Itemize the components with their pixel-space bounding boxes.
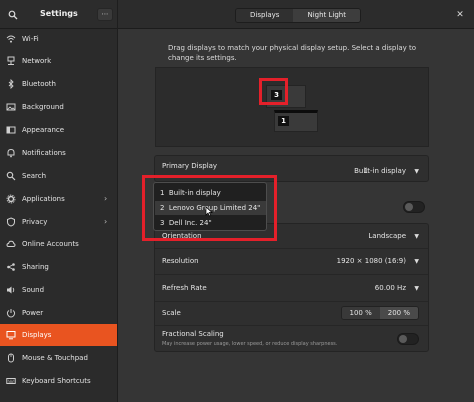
sidebar-item-label: Displays: [22, 331, 52, 339]
search-icon: [6, 171, 16, 181]
scale-200-button[interactable]: 200 %: [379, 307, 418, 319]
display-arrangement-area[interactable]: 3 1: [155, 67, 429, 147]
sidebar-item-mouse-touchpad[interactable]: Mouse & Touchpad: [0, 347, 117, 369]
display-settings-list: Orientation Landscape ▼ Resolution 1920 …: [154, 223, 429, 352]
search-button[interactable]: [5, 7, 20, 22]
sidebar-item-label: Appearance: [22, 126, 65, 134]
wifi-icon: [6, 35, 16, 43]
sidebar-item-label: Privacy: [22, 218, 48, 226]
refresh-rate-value: 60.00 Hz: [374, 284, 406, 292]
monitor-number-badge: 1: [278, 116, 289, 126]
toggle-knob: [405, 203, 413, 211]
chevron-right-icon: ›: [104, 217, 108, 226]
power-icon: [6, 309, 16, 318]
refresh-rate-row[interactable]: Refresh Rate 60.00 Hz ▼: [155, 275, 428, 301]
sidebar-item-keyboard-shortcuts[interactable]: Keyboard Shortcuts: [0, 370, 117, 392]
close-button[interactable]: ✕: [454, 9, 466, 21]
annotation-highlight-monitor: [259, 78, 288, 105]
display-toggle-switch[interactable]: [403, 201, 425, 213]
scale-row: Scale 100 % 200 %: [155, 302, 428, 325]
bluetooth-icon: [8, 79, 14, 89]
chevron-down-icon: ▼: [414, 258, 419, 265]
sidebar-item-network[interactable]: Network: [0, 50, 117, 72]
sidebar-item-label: Keyboard Shortcuts: [22, 377, 91, 385]
chevron-down-icon: ▼: [414, 285, 419, 292]
sidebar-item-bluetooth[interactable]: Bluetooth: [0, 73, 117, 95]
sidebar-item-sharing[interactable]: Sharing: [0, 256, 117, 278]
sidebar-item-notifications[interactable]: Notifications: [0, 142, 117, 164]
resolution-row[interactable]: Resolution 1920 × 1080 (16:9) ▼: [155, 249, 428, 274]
sidebar-item-label: Sharing: [22, 263, 49, 271]
resolution-value: 1920 × 1080 (16:9): [336, 257, 406, 265]
tab-night-light[interactable]: Night Light: [293, 9, 360, 22]
appearance-icon: [6, 126, 16, 134]
header-bar: Settings ⋯ Displays Night Light ✕: [0, 0, 474, 29]
sidebar-item-label: Notifications: [22, 149, 66, 157]
annotation-highlight-dropdown: [142, 175, 277, 241]
privacy-icon: [7, 217, 15, 227]
primary-display-value: Built-in display: [354, 167, 406, 175]
resolution-label: Resolution: [162, 257, 199, 265]
settings-window: Settings ⋯ Displays Night Light ✕ Wi-Fi …: [0, 0, 474, 402]
sidebar-item-label: Bluetooth: [22, 80, 56, 88]
chevron-right-icon: ›: [104, 194, 108, 203]
monitor-1[interactable]: 1: [274, 110, 318, 132]
tab-switcher: Displays Night Light: [235, 8, 361, 23]
chevron-down-icon: ▼: [414, 168, 419, 175]
sidebar-item-label: Power: [22, 309, 44, 317]
chevron-down-icon: ▼: [414, 233, 419, 240]
fractional-scaling-row: Fractional Scaling May increase power us…: [155, 326, 428, 352]
arrangement-hint: Drag displays to match your physical dis…: [168, 44, 417, 62]
keyboard-icon: [6, 378, 16, 384]
sidebar-item-label: Mouse & Touchpad: [22, 354, 88, 362]
header-left: Settings ⋯: [0, 0, 118, 29]
sidebar-item-background[interactable]: Background: [0, 96, 117, 118]
sidebar-item-online-accounts[interactable]: Online Accounts: [0, 233, 117, 255]
sound-icon: [7, 286, 15, 294]
sidebar-item-search[interactable]: Search: [0, 165, 117, 187]
sidebar-item-displays[interactable]: Displays: [0, 324, 117, 346]
toggle-knob: [399, 335, 407, 343]
sidebar-item-appearance[interactable]: Appearance: [0, 119, 117, 141]
orientation-value: Landscape: [368, 232, 406, 240]
online-accounts-icon: [6, 240, 16, 247]
sidebar-item-label: Online Accounts: [22, 240, 79, 248]
sidebar-item-power[interactable]: Power: [0, 302, 117, 324]
sidebar: Wi-Fi Network Bluetooth Background Appea…: [0, 29, 118, 402]
sidebar-item-label: Search: [22, 172, 47, 180]
sidebar-item-wifi[interactable]: Wi-Fi: [0, 28, 117, 50]
sidebar-item-label: Sound: [22, 286, 45, 294]
tab-displays[interactable]: Displays: [236, 9, 294, 22]
fractional-scaling-subtitle: May increase power usage, lower speed, o…: [162, 341, 338, 347]
search-icon: [8, 10, 17, 19]
displays-icon: [6, 331, 16, 340]
primary-display-label: Primary Display: [162, 162, 218, 170]
sidebar-item-label: Applications: [22, 195, 65, 203]
background-icon: [6, 103, 16, 111]
applications-icon: [6, 194, 16, 204]
sidebar-item-privacy[interactable]: Privacy ›: [0, 211, 117, 233]
sidebar-item-label: Network: [22, 57, 52, 65]
sharing-icon: [7, 263, 15, 271]
refresh-rate-label: Refresh Rate: [162, 284, 207, 292]
notifications-icon: [7, 148, 15, 158]
scale-label: Scale: [162, 309, 181, 317]
mouse-icon: [8, 353, 14, 363]
scale-selector: 100 % 200 %: [340, 306, 419, 320]
fractional-scaling-label: Fractional Scaling: [162, 330, 224, 338]
app-title: Settings: [40, 9, 78, 18]
fractional-scaling-toggle[interactable]: [397, 333, 419, 345]
network-icon: [7, 56, 15, 65]
menu-button[interactable]: ⋯: [97, 8, 113, 21]
sidebar-item-sound[interactable]: Sound: [0, 279, 117, 301]
sidebar-item-applications[interactable]: Applications ›: [0, 188, 117, 210]
scale-100-button[interactable]: 100 %: [341, 307, 380, 319]
sidebar-item-label: Wi-Fi: [22, 35, 39, 43]
sidebar-item-label: Background: [22, 103, 64, 111]
close-icon: ✕: [456, 10, 464, 20]
